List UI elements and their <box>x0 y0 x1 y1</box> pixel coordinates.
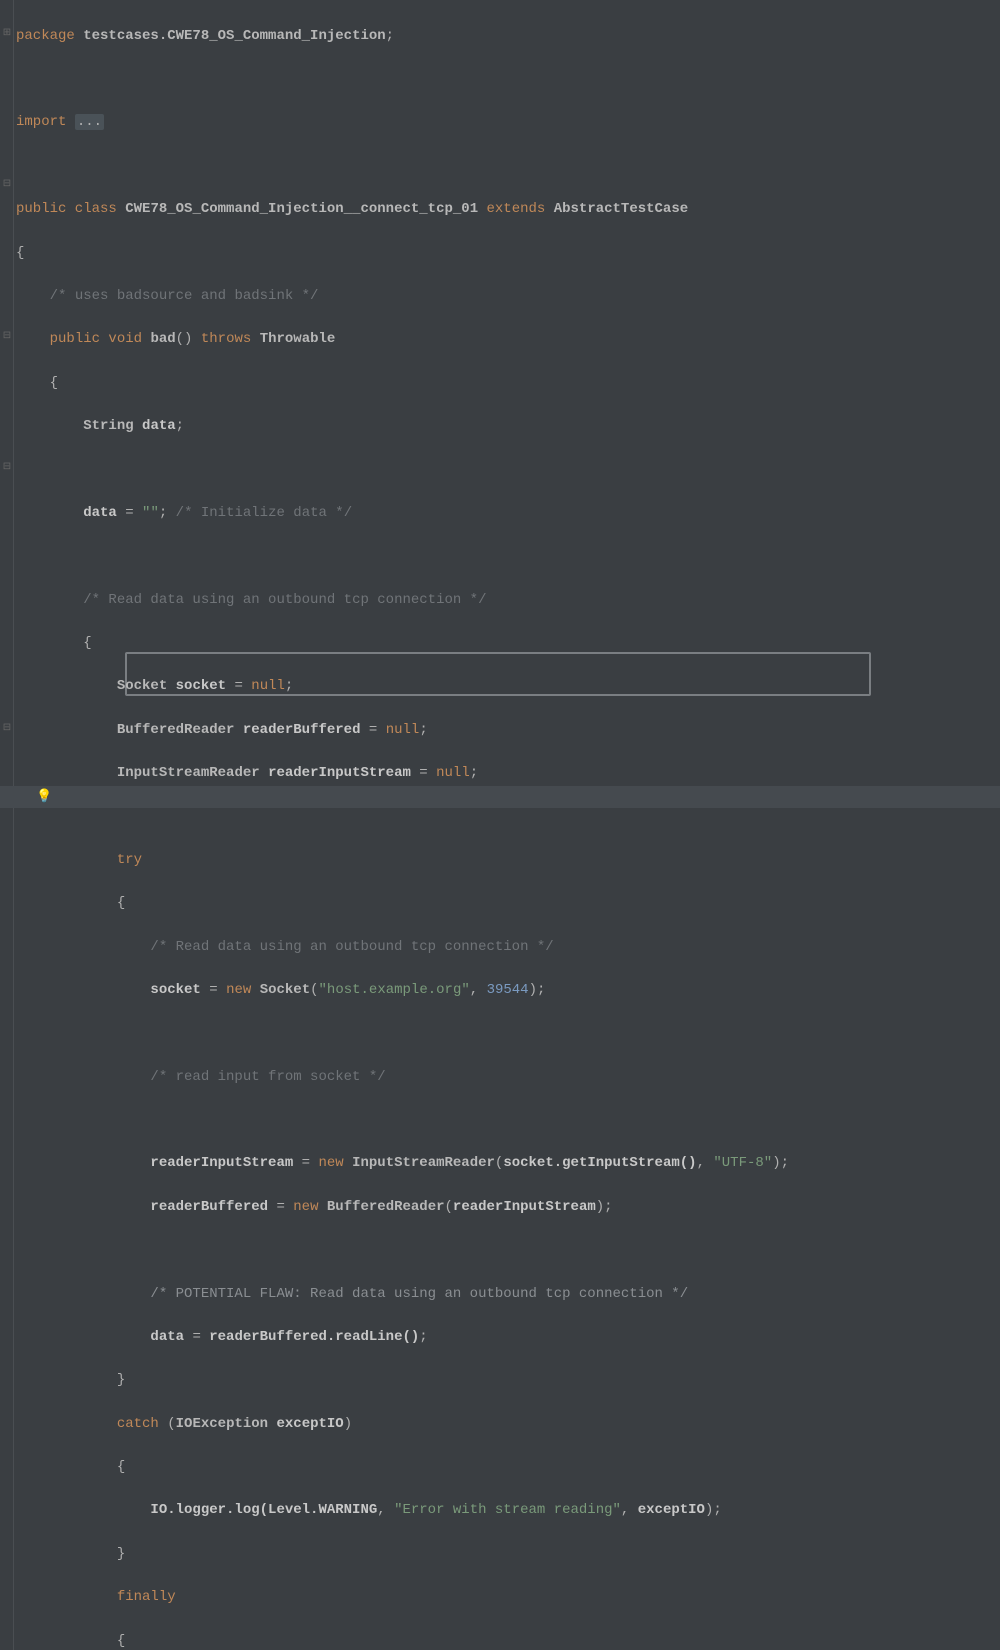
type-inputstreamreader: InputStreamReader <box>117 765 260 781</box>
type-socket: Socket <box>117 678 167 694</box>
class-name: CWE78_OS_Command_Injection__connect_tcp_… <box>125 201 478 217</box>
superclass-name: AbstractTestCase <box>554 201 688 217</box>
ctor-socket: Socket <box>260 982 310 998</box>
keyword-new: new <box>318 1155 343 1171</box>
keyword-throws: throws <box>201 331 251 347</box>
brace: { <box>117 1459 125 1475</box>
var-data: data <box>150 1329 184 1345</box>
arg-exceptio: exceptIO <box>638 1502 705 1518</box>
string-error: "Error with stream reading" <box>394 1502 621 1518</box>
code-editor[interactable]: ⊞ ⊟ ⊟ ⊟ ⊟ ⊟ 💡 package testcases.CWE78_OS… <box>0 0 1000 1650</box>
keyword-import: import <box>16 114 66 130</box>
keyword-finally: finally <box>117 1589 176 1605</box>
keyword-new: new <box>293 1199 318 1215</box>
keyword-null: null <box>436 765 470 781</box>
code-area[interactable]: package testcases.CWE78_OS_Command_Injec… <box>0 4 1000 1650</box>
package-name: testcases.CWE78_OS_Command_Injection <box>83 28 385 44</box>
comment: /* Read data using an outbound tcp conne… <box>150 939 553 955</box>
method-call-readline: readerBuffered.readLine() <box>209 1329 419 1345</box>
var-readerbuffered: readerBuffered <box>150 1199 268 1215</box>
keyword-try: try <box>117 852 142 868</box>
string-literal: "" <box>142 505 159 521</box>
lightbulb-icon[interactable]: 💡 <box>36 787 52 807</box>
keyword-class-decl: public class <box>16 201 117 217</box>
var-readerbuffered: readerBuffered <box>243 722 361 738</box>
comment: /* Read data using an outbound tcp conne… <box>83 592 486 608</box>
var-data: data <box>83 505 117 521</box>
parens: () <box>176 331 193 347</box>
keyword-package: package <box>16 28 75 44</box>
string-utf8: "UTF-8" <box>713 1155 772 1171</box>
throwable-type: Throwable <box>260 331 336 347</box>
folded-imports[interactable]: ... <box>75 114 104 130</box>
brace: } <box>117 1372 125 1388</box>
type-ioexception: IOException <box>176 1416 268 1432</box>
comment: /* uses badsource and badsink */ <box>50 288 319 304</box>
method-call: socket.getInputStream() <box>503 1155 696 1171</box>
keyword-null: null <box>386 722 420 738</box>
operator: = <box>125 505 133 521</box>
var-data: data <box>142 418 176 434</box>
var-socket: socket <box>150 982 200 998</box>
method-name: bad <box>150 331 175 347</box>
brace: { <box>50 375 58 391</box>
var-readerinputstream: readerInputStream <box>268 765 411 781</box>
keyword-null: null <box>251 678 285 694</box>
logger-call: IO.logger.log(Level.WARNING <box>150 1502 377 1518</box>
var-readerinputstream: readerInputStream <box>150 1155 293 1171</box>
keyword-catch: catch <box>117 1416 159 1432</box>
brace: { <box>83 635 91 651</box>
comment: /* read input from socket */ <box>150 1069 385 1085</box>
port-number: 39544 <box>487 982 529 998</box>
ctor-br: BufferedReader <box>327 1199 445 1215</box>
arg-readerinputstream: readerInputStream <box>453 1199 596 1215</box>
string-host: "host.example.org" <box>319 982 470 998</box>
keyword-extends: extends <box>487 201 546 217</box>
brace: { <box>16 245 24 261</box>
brace: { <box>117 895 125 911</box>
var-exceptio: exceptIO <box>276 1416 343 1432</box>
type-string: String <box>83 418 133 434</box>
var-socket: socket <box>176 678 226 694</box>
ctor-isr: InputStreamReader <box>352 1155 495 1171</box>
comment: /* Initialize data */ <box>176 505 352 521</box>
keyword-new: new <box>226 982 251 998</box>
brace: { <box>117 1633 125 1649</box>
comment-flaw: /* POTENTIAL FLAW: Read data using an ou… <box>150 1286 688 1302</box>
type-bufferedreader: BufferedReader <box>117 722 235 738</box>
brace: } <box>117 1546 125 1562</box>
method-modifiers: public void <box>50 331 142 347</box>
